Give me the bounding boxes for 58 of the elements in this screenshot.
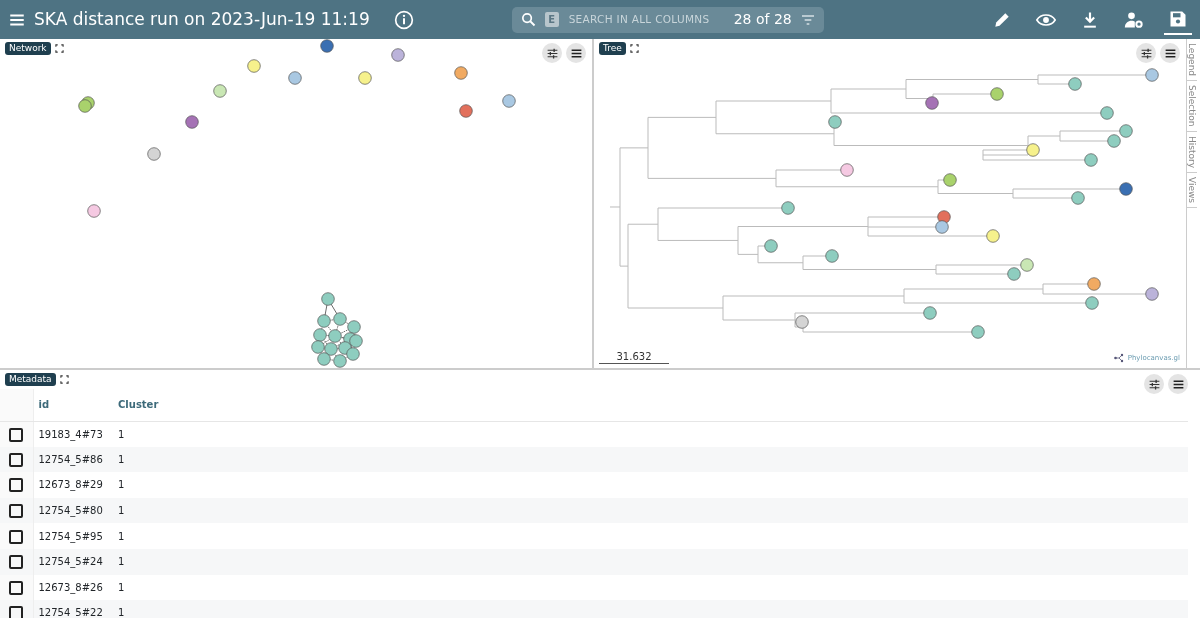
table-cell: 12673_8#26: [33, 574, 113, 601]
info-icon[interactable]: [393, 9, 414, 30]
side-tab[interactable]: Views: [1187, 172, 1197, 208]
overlapping-nodes[interactable]: [78, 96, 95, 113]
panel-label: Metadata: [5, 373, 56, 386]
table-cell: 19183_4#73: [33, 421, 113, 447]
table-cell: 1: [113, 548, 1188, 575]
network-node[interactable]: [87, 204, 101, 218]
side-tab[interactable]: Legend: [1187, 39, 1197, 82]
search-field[interactable]: SEARCH IN ALL COLUMNS: [566, 10, 726, 29]
table-cell: 12754_5#24: [33, 548, 113, 575]
panel-label: Network: [5, 42, 51, 55]
row-count: 28 of 28: [733, 10, 792, 29]
logo-icon: [1113, 352, 1124, 363]
network-node[interactable]: [454, 66, 468, 80]
checkbox[interactable]: [9, 504, 24, 519]
table-cell: 1: [113, 574, 1188, 601]
shortcut-key: E: [544, 12, 559, 27]
table-cell: 1: [113, 497, 1188, 524]
table-cell: 1: [113, 472, 1188, 498]
panel-label: Tree: [599, 42, 626, 55]
network-node[interactable]: [288, 71, 302, 85]
checkbox[interactable]: [9, 427, 24, 442]
table-cell: 1: [113, 421, 1188, 447]
network-node[interactable]: [185, 115, 199, 129]
expand-icon[interactable]: [59, 375, 69, 384]
search-bar[interactable]: E SEARCH IN ALL COLUMNS 28 of 28: [511, 6, 824, 33]
column-header[interactable]: id: [33, 389, 113, 421]
network-node[interactable]: [459, 104, 473, 118]
table-cell: 12754_5#86: [33, 446, 113, 473]
network-node[interactable]: [502, 94, 516, 108]
checkbox[interactable]: [9, 529, 24, 544]
checkbox[interactable]: [9, 478, 24, 493]
side-tab[interactable]: Selection: [1187, 81, 1197, 132]
column-header[interactable]: Cluster: [113, 389, 1188, 421]
table-cell: 12754_5#95: [33, 523, 113, 549]
table-cell: 1: [113, 600, 1188, 618]
checkbox[interactable]: [9, 452, 24, 467]
network-node[interactable]: [358, 71, 372, 85]
expand-icon[interactable]: [629, 44, 639, 53]
network-node[interactable]: [320, 39, 334, 53]
network-node[interactable]: [391, 48, 405, 62]
checkbox[interactable]: [9, 606, 24, 618]
table-cell: 12754_5#80: [33, 497, 113, 524]
table-cell: 1: [113, 446, 1188, 473]
scale-bar: 31.632: [599, 351, 669, 364]
table-cell: 1: [113, 523, 1188, 549]
network-node[interactable]: [147, 147, 161, 161]
side-tab[interactable]: History: [1187, 131, 1197, 173]
network-node[interactable]: [247, 59, 261, 73]
window-title: SKA distance run on 2023-Jun-19 11:19: [34, 7, 370, 31]
table-cell: 12673_8#29: [33, 472, 113, 498]
table-cell: 12754_5#22: [33, 600, 113, 618]
search-icon: [519, 11, 537, 28]
expand-icon[interactable]: [54, 44, 64, 53]
checkbox[interactable]: [9, 580, 24, 595]
checkbox[interactable]: [9, 555, 24, 570]
network-node[interactable]: [213, 84, 227, 98]
